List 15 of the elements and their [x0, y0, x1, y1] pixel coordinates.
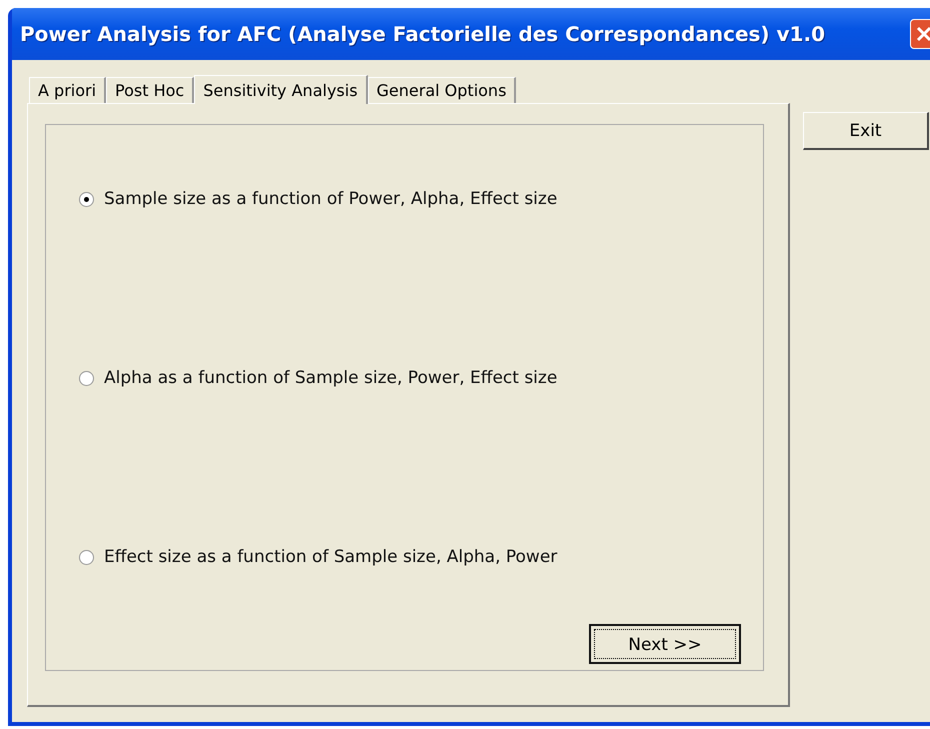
- tab[interactable]: Post Hoc: [106, 77, 194, 103]
- close-icon: [914, 24, 930, 44]
- option-label: Sample size as a function of Power, Alpha, Effect size: [104, 189, 558, 209]
- window-title: Power Analysis for AFC (Analyse Factorielle des Correspondances) v1.0: [20, 22, 826, 46]
- radio-button[interactable]: [79, 370, 94, 386]
- tab[interactable]: A priori: [29, 77, 106, 103]
- radio-button[interactable]: [79, 192, 94, 206]
- close-button[interactable]: [910, 19, 930, 49]
- tab[interactable]: General Options: [368, 77, 516, 103]
- radio-button[interactable]: [79, 550, 94, 564]
- next-button[interactable]: Next >>: [589, 624, 741, 664]
- option-label: Effect size as a function of Sample size, Alpha, Power: [104, 547, 558, 567]
- tab[interactable]: Sensitivity Analysis: [194, 75, 368, 104]
- option-label: Alpha as a function of Sample size, Power, Effect size: [104, 368, 558, 388]
- exit-button[interactable]: Exit: [803, 112, 929, 150]
